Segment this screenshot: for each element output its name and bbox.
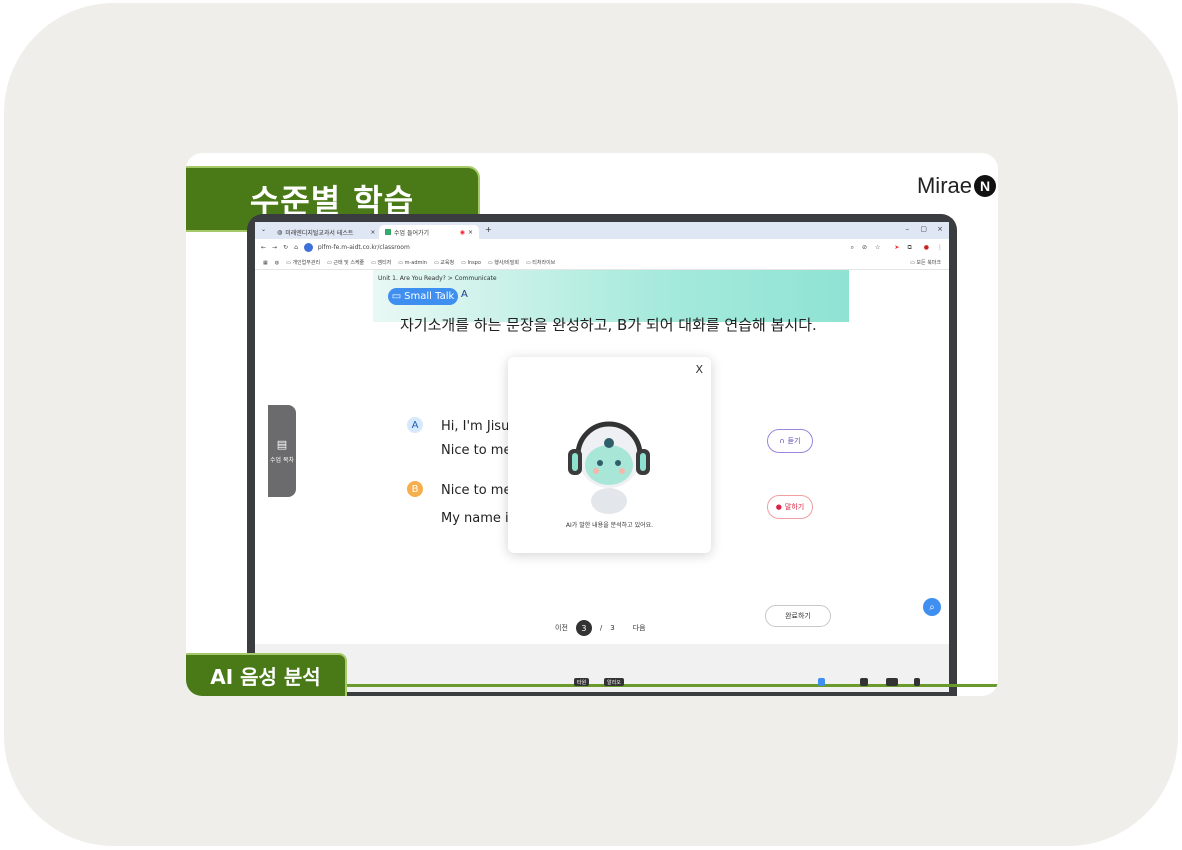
breadcrumb: Unit 1. Are You Ready? > Communicate — [378, 275, 497, 282]
tab-list-icon[interactable]: ⌄ — [261, 226, 266, 233]
dialogue-line: My name is — [441, 511, 516, 526]
close-icon[interactable]: × — [370, 229, 375, 236]
chat-icon: ▭ — [391, 291, 402, 302]
bookmark-item[interactable]: ▭ Inspo — [461, 260, 481, 266]
promo-card: 수준별 학습 Mirae N ⌄ ◍ 미래엔디지털교과서 테스트 × 수업 들어… — [186, 153, 998, 696]
favicon-icon — [385, 229, 391, 235]
bookmark-item[interactable]: ▭ 근태 및 스케줄 — [327, 259, 364, 266]
laptop-screen: ⌄ ◍ 미래엔디지털교과서 테스트 × 수업 들어가기 ◉ × + – ▢ × — [255, 222, 949, 692]
bookmark-item[interactable]: ▭ 교육청 — [434, 259, 454, 266]
bookmark-item[interactable]: ▭ 티처라이브 — [526, 259, 555, 266]
speaker-b-avatar: B — [407, 481, 423, 497]
bookmark-item[interactable]: ▭ 개인업무관리 — [286, 259, 320, 266]
zoom-icon[interactable]: ⌕ — [851, 244, 854, 252]
green-underline — [347, 684, 998, 687]
laptop-frame: ⌄ ◍ 미래엔디지털교과서 테스트 × 수업 들어가기 ◉ × + – ▢ × — [247, 214, 957, 696]
back-icon[interactable]: ← — [261, 244, 266, 251]
current-page: 3 — [575, 620, 592, 636]
toc-label: 수업 목차 — [270, 457, 294, 464]
logo-text: Mirae — [916, 173, 972, 198]
reload-icon[interactable]: ↻ — [283, 244, 288, 251]
globe-icon[interactable]: ◍ — [275, 260, 279, 266]
badge-suffix: A — [461, 289, 468, 300]
listen-button[interactable]: ∩ 듣기 — [767, 429, 813, 453]
speak-button[interactable]: ● 말하기 — [767, 495, 813, 519]
site-info-icon[interactable] — [303, 243, 313, 252]
window-close-icon[interactable]: × — [937, 225, 943, 233]
search-helper-icon[interactable]: ⌕ — [923, 598, 941, 616]
tool-icon[interactable] — [860, 678, 868, 686]
ai-analysis-modal: X AI가 말한 내용을 분석하고 있어요. — [508, 357, 711, 553]
next-button[interactable]: 다음 — [633, 623, 646, 633]
globe-icon: ◍ — [277, 228, 283, 236]
listen-label: 듣기 — [787, 437, 801, 445]
extensions-icon[interactable]: ⧉ — [907, 244, 911, 252]
apps-icon[interactable]: ▦ — [263, 260, 268, 266]
close-icon[interactable]: × — [468, 229, 473, 236]
browser-tab-1[interactable]: ◍ 미래엔디지털교과서 테스트 × — [271, 225, 381, 239]
tab-label: 미래엔디지털교과서 테스트 — [285, 229, 354, 237]
page-separator: / — [599, 624, 603, 632]
tab-label: 수업 들어가기 — [394, 229, 430, 237]
bookmarks-bar: ▦ ◍ ▭ 개인업무관리 ▭ 근태 및 스케줄 ▭ 엠티저 ▭ m-admin … — [255, 256, 949, 270]
small-talk-badge: ▭ Small Talk — [388, 288, 458, 305]
logo-mark: N — [974, 175, 996, 197]
browser-tabbar: ⌄ ◍ 미래엔디지털교과서 테스트 × 수업 들어가기 ◉ × + – ▢ × — [255, 222, 949, 239]
restore-icon[interactable]: ▢ — [920, 225, 927, 233]
checkbox-icon[interactable] — [818, 678, 825, 686]
new-tab-icon[interactable]: + — [485, 225, 492, 234]
headphones-icon: ∩ — [779, 437, 785, 445]
home-icon[interactable]: ⌂ — [294, 244, 298, 251]
total-pages: 3 — [610, 624, 615, 632]
forward-icon[interactable]: → — [272, 244, 277, 251]
banner-bottom: AI 음성 분석 — [186, 653, 347, 696]
minimize-icon[interactable]: – — [906, 225, 910, 233]
speak-label: 말하기 — [784, 503, 805, 511]
taskbar-button[interactable]: 타원 — [574, 678, 590, 686]
lesson-toc-tab[interactable]: ▤ 수업 목차 — [268, 405, 296, 497]
close-icon[interactable]: X — [695, 363, 703, 376]
badge-label: Small Talk — [404, 291, 455, 302]
prev-button[interactable]: 이전 — [555, 623, 568, 633]
list-icon: ▤ — [276, 438, 288, 451]
taskbar-button[interactable]: 알리오 — [604, 678, 624, 686]
instruction-text: 자기소개를 하는 문장을 완성하고, B가 되어 대화를 연습해 봅시다. — [400, 316, 817, 334]
eye-off-icon[interactable]: ⊘ — [862, 244, 867, 251]
speaker-a-avatar: A — [407, 417, 423, 433]
mic-icon: ● — [775, 503, 782, 511]
address-bar: ← → ↻ ⌂ plfm-fe.m-aidt.co.kr/classroom ⌕… — [255, 239, 949, 256]
dialogue-line: Hi, I'm Jisu. — [441, 419, 514, 434]
profile-icon[interactable]: ● — [924, 244, 929, 251]
mirae-logo: Mirae N — [917, 173, 996, 199]
browser-tab-2[interactable]: 수업 들어가기 ◉ × — [379, 225, 479, 239]
extension-icon[interactable]: ➤ — [894, 244, 899, 251]
tool-icon[interactable] — [886, 678, 898, 686]
complete-button[interactable]: 완료하기 — [765, 605, 831, 627]
menu-icon[interactable]: ⋮ — [937, 244, 943, 251]
all-bookmarks[interactable]: ▭ 모든 북마크 — [910, 259, 941, 266]
star-icon[interactable]: ☆ — [875, 244, 880, 251]
pager: 이전 3 / 3 다음 — [555, 620, 646, 636]
recording-icon: ◉ — [459, 228, 465, 236]
robot-mascot-icon — [568, 421, 650, 514]
tool-icon[interactable] — [914, 678, 920, 686]
bookmark-item[interactable]: ▭ 행사/비밀회 — [488, 259, 519, 266]
bookmark-item[interactable]: ▭ m-admin — [398, 260, 427, 266]
bookmark-item[interactable]: ▭ 엠티저 — [371, 259, 391, 266]
url-field[interactable]: plfm-fe.m-aidt.co.kr/classroom — [318, 244, 410, 251]
analysis-message: AI가 말한 내용을 분석하고 있어요. — [565, 522, 654, 529]
